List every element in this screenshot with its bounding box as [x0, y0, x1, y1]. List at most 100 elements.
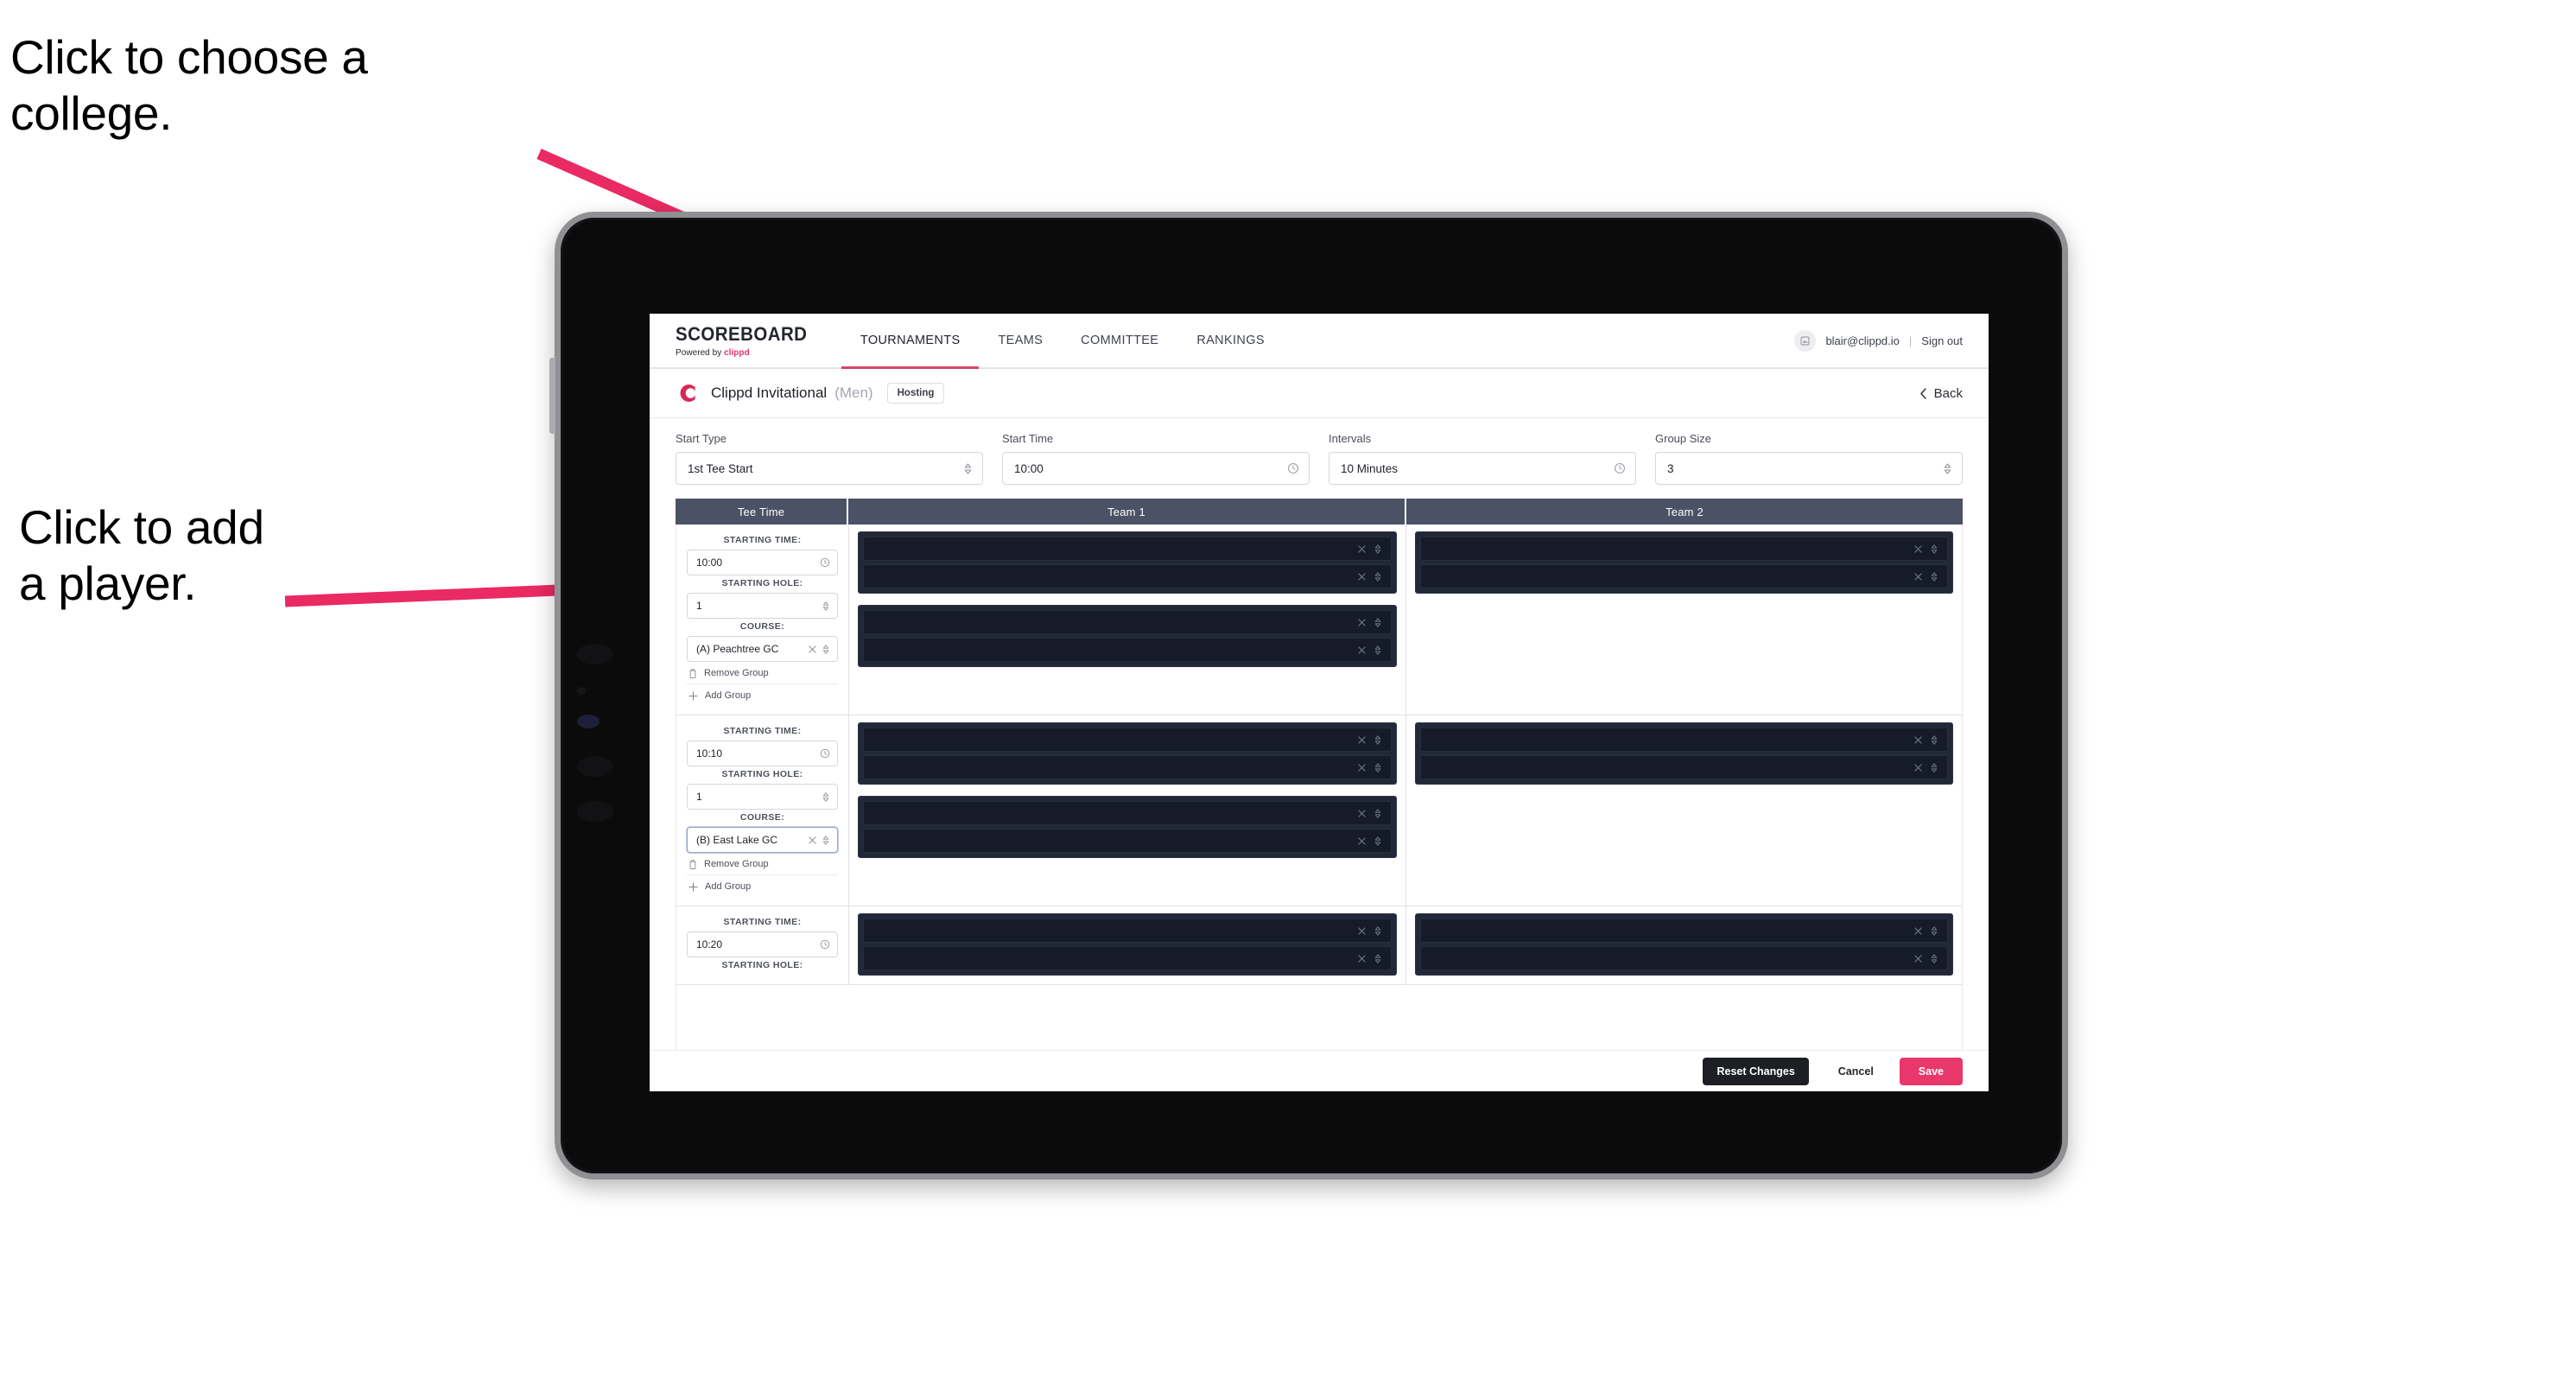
clear-x-icon[interactable]	[1914, 572, 1922, 581]
stepper-icon[interactable]	[963, 462, 973, 475]
chevron-updown-icon[interactable]	[1374, 953, 1382, 964]
starting-time-input[interactable]: 10:20	[687, 931, 838, 957]
chevron-updown-icon[interactable]	[822, 835, 830, 846]
chevron-updown-icon[interactable]	[1930, 571, 1938, 582]
chevron-updown-icon[interactable]	[1374, 734, 1382, 746]
nav-item-committee[interactable]: COMMITTEE	[1062, 314, 1177, 367]
player-select[interactable]	[863, 801, 1392, 825]
back-button[interactable]: Back	[1919, 386, 1963, 401]
nav-item-rankings[interactable]: RANKINGS	[1177, 314, 1284, 367]
starting-time-input[interactable]: 10:00	[687, 550, 838, 575]
clear-x-icon[interactable]	[809, 645, 816, 653]
clear-x-icon[interactable]	[1914, 735, 1922, 744]
remove-group-button[interactable]: Remove Group	[687, 853, 838, 875]
user-email: blair@clippd.io	[1825, 334, 1900, 347]
player-select[interactable]	[863, 829, 1392, 853]
volume-button[interactable]	[549, 358, 555, 434]
clippd-logo-icon	[676, 382, 699, 405]
chevron-updown-icon[interactable]	[1930, 734, 1938, 746]
chevron-updown-icon[interactable]	[1930, 544, 1938, 555]
course-value: (A) Peachtree GC	[696, 643, 779, 655]
main-nav: TOURNAMENTS TEAMS COMMITTEE RANKINGS	[841, 314, 1284, 369]
starting-hole-stepper[interactable]: 1	[687, 593, 838, 619]
player-select[interactable]	[863, 946, 1392, 970]
player-select[interactable]	[863, 537, 1392, 561]
add-group-button[interactable]: Add Group	[687, 684, 838, 706]
reset-changes-button[interactable]: Reset Changes	[1703, 1057, 1809, 1085]
cancel-button[interactable]: Cancel	[1824, 1057, 1888, 1085]
clear-x-icon[interactable]	[1357, 735, 1366, 744]
scoreboard-logo[interactable]: SCOREBOARD Powered by clippd	[650, 314, 841, 367]
player-select[interactable]	[863, 610, 1392, 634]
clear-x-icon[interactable]	[1357, 763, 1366, 772]
clear-x-icon[interactable]	[1357, 926, 1366, 935]
add-group-button[interactable]: Add Group	[687, 875, 838, 897]
nav-item-teams[interactable]: TEAMS	[979, 314, 1062, 367]
clear-x-icon[interactable]	[1357, 645, 1366, 654]
starting-hole-label: STARTING HOLE:	[721, 578, 803, 588]
page-title: Clippd Invitational	[711, 385, 828, 401]
starting-hole-stepper[interactable]: 1	[687, 784, 838, 810]
sign-out-link[interactable]: Sign out	[1921, 334, 1963, 347]
intervals-input[interactable]: 10 Minutes	[1329, 452, 1636, 485]
player-select[interactable]	[863, 638, 1392, 662]
tournament-title-bar: Clippd Invitational (Men) Hosting Back	[650, 369, 1989, 418]
player-select[interactable]	[1419, 755, 1948, 779]
chevron-updown-icon[interactable]	[822, 601, 830, 612]
add-group-label: Add Group	[705, 690, 752, 701]
chevron-updown-icon[interactable]	[822, 644, 830, 655]
stepper-icon[interactable]	[1943, 462, 1952, 475]
chevron-updown-icon[interactable]	[1930, 762, 1938, 773]
player-select[interactable]	[863, 919, 1392, 943]
chevron-updown-icon[interactable]	[1374, 836, 1382, 847]
clock-icon[interactable]	[1287, 462, 1299, 474]
start-type-select[interactable]: 1st Tee Start	[676, 452, 983, 485]
tee-time-cell: STARTING TIME: 10:10 STARTING HOLE: 1 CO…	[676, 715, 849, 906]
course-select[interactable]: (B) East Lake GC	[687, 827, 838, 853]
course-select[interactable]: (A) Peachtree GC	[687, 636, 838, 662]
start-time-input[interactable]: 10:00	[1002, 452, 1310, 485]
chevron-updown-icon[interactable]	[1930, 925, 1938, 937]
clear-x-icon[interactable]	[1357, 544, 1366, 553]
clear-x-icon[interactable]	[1357, 809, 1366, 817]
user-avatar-icon[interactable]	[1794, 329, 1817, 352]
chevron-updown-icon[interactable]	[1930, 953, 1938, 964]
chevron-updown-icon[interactable]	[1374, 571, 1382, 582]
clear-x-icon[interactable]	[1914, 926, 1922, 935]
chevron-updown-icon[interactable]	[1374, 808, 1382, 819]
remove-group-button[interactable]: Remove Group	[687, 662, 838, 684]
clear-x-icon[interactable]	[1357, 618, 1366, 626]
clock-icon[interactable]	[820, 748, 830, 759]
player-select[interactable]	[1419, 564, 1948, 588]
player-select[interactable]	[863, 755, 1392, 779]
clock-icon[interactable]	[820, 939, 830, 950]
tee-time-cell: STARTING TIME: 10:00 STARTING HOLE: 1 CO…	[676, 525, 849, 715]
clear-x-icon[interactable]	[1914, 763, 1922, 772]
chevron-updown-icon[interactable]	[822, 792, 830, 803]
column-header-tee-time: Tee Time	[676, 499, 848, 525]
clock-icon[interactable]	[820, 557, 830, 568]
clear-x-icon[interactable]	[1914, 544, 1922, 553]
chevron-updown-icon[interactable]	[1374, 544, 1382, 555]
save-button[interactable]: Save	[1899, 1057, 1963, 1085]
player-select[interactable]	[1419, 946, 1948, 970]
player-group	[858, 722, 1397, 785]
nav-item-tournaments[interactable]: TOURNAMENTS	[841, 314, 980, 369]
player-select[interactable]	[1419, 919, 1948, 943]
player-select[interactable]	[863, 728, 1392, 752]
clear-x-icon[interactable]	[1357, 572, 1366, 581]
player-select[interactable]	[1419, 537, 1948, 561]
clear-x-icon[interactable]	[1357, 836, 1366, 845]
clock-icon[interactable]	[1614, 462, 1626, 474]
player-select[interactable]	[1419, 728, 1948, 752]
chevron-updown-icon[interactable]	[1374, 925, 1382, 937]
starting-time-input[interactable]: 10:10	[687, 741, 838, 766]
chevron-updown-icon[interactable]	[1374, 762, 1382, 773]
clear-x-icon[interactable]	[1357, 954, 1366, 963]
player-select[interactable]	[863, 564, 1392, 588]
group-size-stepper[interactable]: 3	[1655, 452, 1963, 485]
clear-x-icon[interactable]	[809, 836, 816, 844]
chevron-updown-icon[interactable]	[1374, 645, 1382, 656]
clear-x-icon[interactable]	[1914, 954, 1922, 963]
chevron-updown-icon[interactable]	[1374, 617, 1382, 628]
